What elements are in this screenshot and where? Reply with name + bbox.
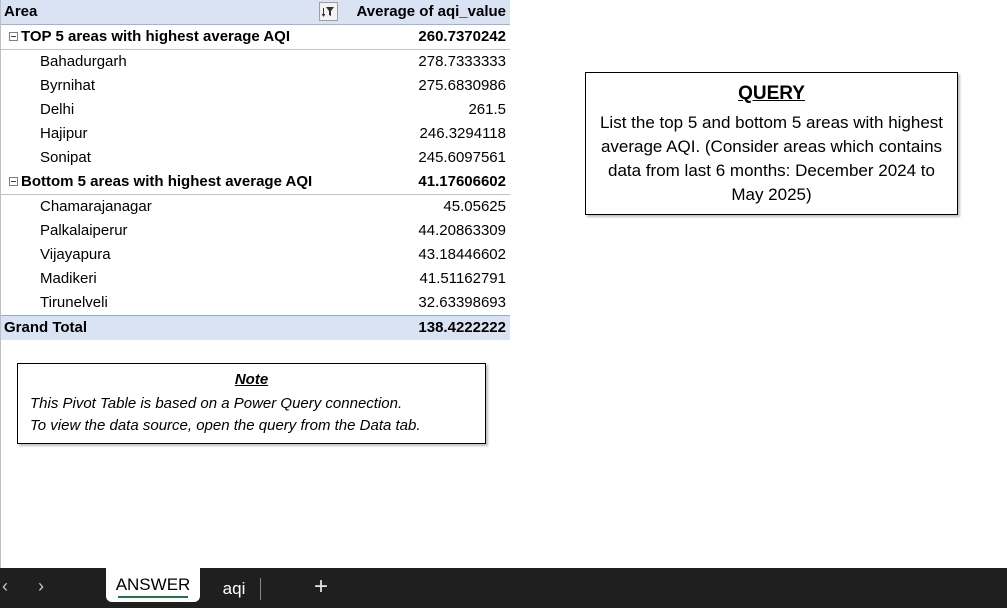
tab-answer-label: ANSWER (115, 575, 191, 594)
area-name: Delhi (40, 101, 75, 118)
aqi-value: 45.05625 (443, 198, 506, 215)
group-row-bottom5[interactable]: Bottom 5 areas with highest average AQI … (1, 170, 510, 195)
table-row[interactable]: Chamarajanagar 45.05625 (1, 195, 510, 219)
aqi-value: 275.6830986 (418, 77, 506, 94)
query-text: List the top 5 and bottom 5 areas with h… (599, 113, 944, 204)
aqi-value: 43.18446602 (418, 246, 506, 263)
area-name: Byrnihat (40, 77, 96, 94)
aqi-value: 278.7333333 (418, 53, 506, 70)
filter-sort-icon[interactable] (319, 2, 338, 21)
table-row[interactable]: Vijayapura 43.18446602 (1, 243, 510, 267)
note-line-2: To view the data source, open the query … (30, 417, 421, 434)
query-title: QUERY (738, 83, 805, 104)
table-row[interactable]: Tirunelveli 32.63398693 (1, 291, 510, 315)
area-name: Sonipat (40, 149, 91, 166)
area-name: Hajipur (40, 125, 88, 142)
add-sheet-icon[interactable]: + (308, 572, 334, 602)
row-labels-header[interactable]: Area (4, 0, 37, 24)
sheet-tab-bar: ‹ › ANSWER aqi + (0, 568, 1007, 608)
group-label: TOP 5 areas with highest average AQI (21, 28, 290, 45)
table-row[interactable]: Madikeri 41.51162791 (1, 267, 510, 291)
aqi-value: 44.20863309 (418, 222, 506, 239)
group-row-top5[interactable]: TOP 5 areas with highest average AQI 260… (1, 25, 510, 50)
query-box[interactable]: QUERY List the top 5 and bottom 5 areas … (585, 72, 958, 215)
table-row[interactable]: Sonipat 245.6097561 (1, 146, 510, 170)
group-value: 41.17606602 (418, 173, 506, 190)
next-sheet-icon[interactable]: › (38, 576, 44, 597)
area-name: Tirunelveli (40, 294, 108, 311)
table-row[interactable]: Delhi 261.5 (1, 98, 510, 122)
aqi-value: 41.51162791 (419, 270, 506, 287)
grand-total-value: 138.4222222 (418, 319, 506, 336)
area-name: Bahadurgarh (40, 53, 127, 70)
area-name: Palkalaiperur (40, 222, 128, 239)
active-tab-underline (118, 596, 188, 598)
table-row[interactable]: Bahadurgarh 278.7333333 (1, 50, 510, 74)
pivot-header-row: Area Average of aqi_value (1, 0, 510, 25)
aqi-value: 246.3294118 (419, 125, 506, 142)
aqi-value: 245.6097561 (418, 149, 506, 166)
group-label: Bottom 5 areas with highest average AQI (21, 173, 313, 190)
note-box[interactable]: Note This Pivot Table is based on a Powe… (17, 363, 486, 444)
group-value: 260.7370242 (418, 28, 506, 45)
tab-answer[interactable]: ANSWER (106, 568, 200, 602)
prev-sheet-icon[interactable]: ‹ (2, 576, 8, 597)
grand-total-row[interactable]: Grand Total 138.4222222 (1, 315, 510, 340)
area-name: Madikeri (40, 270, 97, 287)
table-row[interactable]: Byrnihat 275.6830986 (1, 74, 510, 98)
aqi-value: 32.63398693 (418, 294, 506, 311)
values-header[interactable]: Average of aqi_value (356, 0, 506, 24)
tab-aqi[interactable]: aqi (209, 568, 259, 608)
grand-total-label: Grand Total (4, 319, 88, 336)
table-row[interactable]: Palkalaiperur 44.20863309 (1, 219, 510, 243)
note-line-1: This Pivot Table is based on a Power Que… (30, 395, 403, 412)
tab-aqi-label: aqi (222, 579, 246, 598)
collapse-icon[interactable] (9, 31, 18, 41)
table-row[interactable]: Hajipur 246.3294118 (1, 122, 510, 146)
tab-divider (260, 578, 261, 600)
aqi-value: 261.5 (468, 101, 506, 118)
collapse-icon[interactable] (9, 176, 18, 186)
pivot-table: Area Average of aqi_value TOP 5 areas wi… (1, 0, 510, 340)
area-name: Vijayapura (40, 246, 111, 263)
note-title: Note (234, 371, 269, 388)
area-name: Chamarajanagar (40, 198, 152, 215)
